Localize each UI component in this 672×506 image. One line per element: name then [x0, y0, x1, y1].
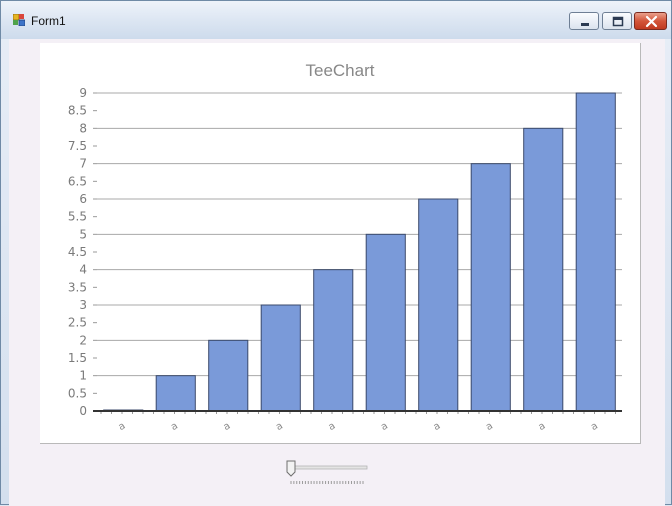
y-tick-label: 2 [79, 333, 87, 347]
x-tick-label: a [274, 421, 285, 434]
trackbar-graphic [286, 460, 368, 484]
minimize-icon [581, 23, 589, 26]
x-tick-label: a [117, 421, 128, 434]
x-tick-label: a [379, 421, 390, 434]
y-tick-label: 3 [79, 298, 87, 312]
close-icon [645, 15, 658, 28]
bar-chart: 0 0.5 1 1.5 2 2.5 3 3.5 4 4.5 5 5.5 6 6.5 7 7.5 8 8.5 9 a a a… [68, 86, 622, 434]
y-tick-label: 5.5 [68, 210, 87, 224]
bar [470, 163, 511, 412]
y-tick-label: 0 [79, 404, 87, 418]
bar [418, 198, 459, 412]
x-tick-label: a [537, 421, 548, 434]
y-tick-label: 4.5 [68, 245, 87, 259]
x-tick-label: a [327, 421, 338, 434]
y-tick-label: 5 [79, 227, 87, 241]
y-tick-label: 7 [79, 157, 87, 171]
x-tick-label: a [589, 421, 600, 434]
bar [523, 127, 564, 412]
y-tick-label: 1.5 [68, 351, 87, 365]
trackbar-thumb[interactable] [286, 460, 296, 477]
title-bar[interactable]: Form1 [1, 1, 671, 39]
y-tick-label: 4 [79, 263, 87, 277]
close-button[interactable] [634, 12, 667, 30]
y-tick-label: 1 [79, 369, 87, 383]
form-client-area: TeeChart 0 0.5 1 1.5 2 2.5 3 3.5 4 4.5 5 5.5 6 6.5 7 7.… [9, 39, 665, 506]
bar [208, 339, 249, 412]
bar [365, 233, 406, 412]
bar [575, 92, 616, 412]
application-window: Form1 TeeChart 0 0.5 1 1.5 2 2.5 3 3.5 4 4.5 5 5.5 6… [0, 0, 672, 506]
y-tick-label: 6.5 [68, 174, 87, 188]
x-tick-label: a [432, 421, 443, 434]
trackbar[interactable] [281, 459, 371, 491]
y-tick-label: 0.5 [68, 386, 87, 400]
y-tick-label: 7.5 [68, 139, 87, 153]
bar [155, 375, 196, 412]
y-tick-label: 3.5 [68, 280, 87, 294]
winforms-app-icon [13, 14, 25, 26]
y-tick-label: 2.5 [68, 316, 87, 330]
y-tick-label: 8 [79, 121, 87, 135]
maximize-icon [612, 16, 624, 27]
minimize-button[interactable] [569, 12, 599, 30]
bar [313, 269, 354, 412]
y-tick-label: 9 [79, 86, 87, 100]
x-tick-label: a [169, 421, 180, 434]
teechart-panel[interactable]: TeeChart 0 0.5 1 1.5 2 2.5 3 3.5 4 4.5 5 5.5 6 6.5 7 7.… [40, 43, 641, 444]
window-title: Form1 [31, 14, 66, 28]
y-tick-label: 8.5 [68, 104, 87, 118]
bar [260, 304, 301, 412]
x-tick-label: a [222, 421, 233, 434]
maximize-button[interactable] [602, 12, 632, 30]
x-tick-label: a [484, 421, 495, 434]
y-tick-label: 6 [79, 192, 87, 206]
